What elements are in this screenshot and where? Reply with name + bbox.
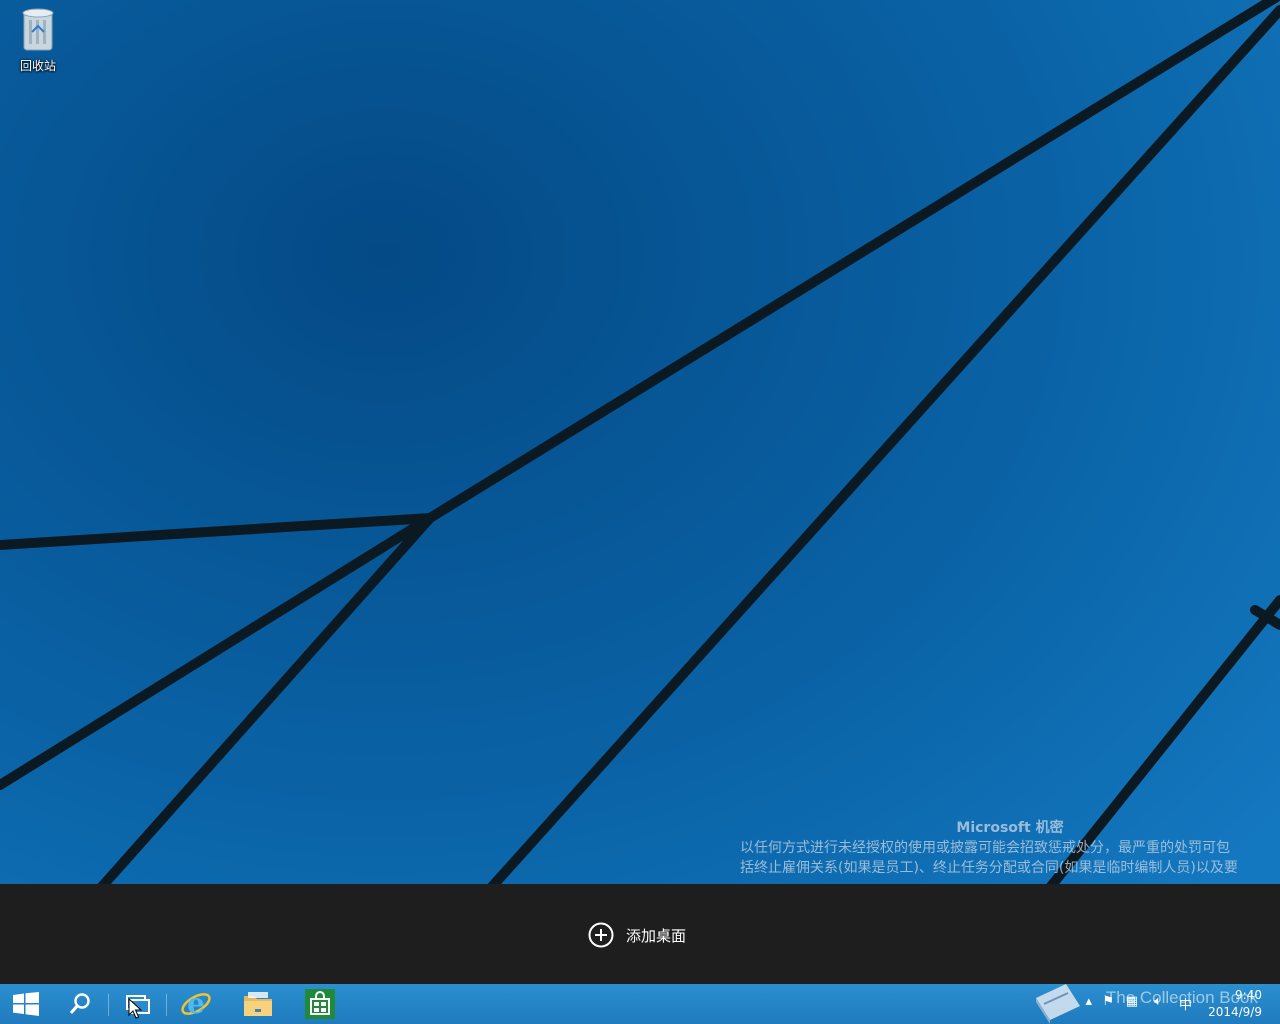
start-button[interactable] xyxy=(0,984,52,1024)
desktop-icon-recycle-bin[interactable]: 回收站 xyxy=(8,4,68,74)
folder-icon xyxy=(244,992,272,1016)
search-button[interactable] xyxy=(54,984,106,1024)
add-desktop-label: 添加桌面 xyxy=(626,926,687,945)
task-view-panel: 添加桌面 xyxy=(0,884,1280,984)
system-tray: ▴ ⚑ ▦ 🔈︎ 中 The Collection Book 9:40 2014… xyxy=(1040,984,1280,1024)
taskbar-app-internet-explorer[interactable]: e xyxy=(170,984,222,1024)
taskbar-app-file-explorer[interactable] xyxy=(232,984,284,1024)
search-icon xyxy=(69,993,90,1014)
watermark-title: Microsoft 机密 xyxy=(956,820,1064,836)
mouse-cursor-icon xyxy=(128,998,142,1019)
chevron-up-icon[interactable]: ▴ xyxy=(1085,994,1092,1009)
add-desktop-button[interactable]: 添加桌面 xyxy=(588,921,686,949)
taskbar-separator xyxy=(108,994,109,1016)
taskbar-separator xyxy=(166,994,167,1016)
svg-text:e: e xyxy=(187,988,205,1020)
windows-logo-icon xyxy=(13,992,39,1016)
recycle-bin-icon xyxy=(22,8,54,51)
recycle-bin-label: 回收站 xyxy=(19,59,56,73)
plus-circle-icon xyxy=(588,922,614,948)
clock[interactable]: 9:40 2014/9/9 xyxy=(1208,987,1262,1021)
taskbar: e ▴ ⚑ ▦ 🔈︎ 中 The Collection Book 9:40 20… xyxy=(0,984,1280,1024)
clock-date: 2014/9/9 xyxy=(1208,1005,1262,1019)
taskbar-app-store[interactable] xyxy=(294,984,346,1024)
watermark-line-1: 以任何方式进行未经授权的使用或披露可能会招致惩戒处分，最严重的处罚可包 xyxy=(740,840,1230,856)
clock-time: 9:40 xyxy=(1235,988,1262,1002)
store-icon xyxy=(305,989,335,1019)
ie-icon: e xyxy=(181,988,211,1020)
watermark-line-2: 括终止雇佣关系(如果是员工)、终止任务分配或合同(如果是临时编制人员)以及要 xyxy=(740,860,1238,876)
confidential-watermark: Microsoft 机密 以任何方式进行未经授权的使用或披露可能会招致惩戒处分，… xyxy=(740,818,1280,884)
